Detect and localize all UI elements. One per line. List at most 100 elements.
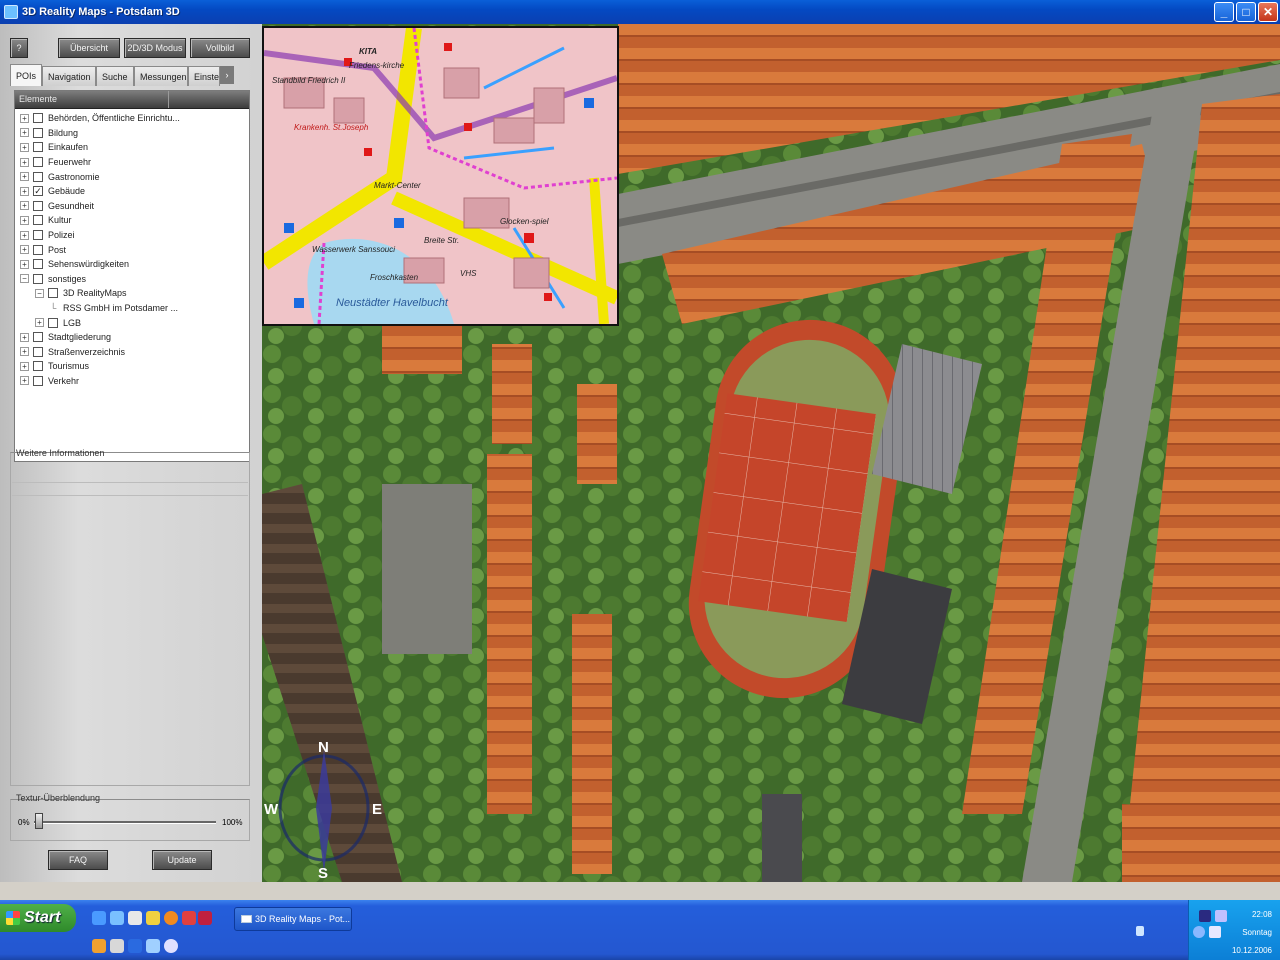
tree-item[interactable]: − 3D RealityMaps [15, 286, 249, 301]
tree-item-checkbox[interactable] [33, 230, 43, 241]
faq-button[interactable]: FAQ [48, 850, 108, 870]
collapse-icon[interactable]: − [35, 288, 44, 298]
quicklaunch-extra-icon-4[interactable] [146, 939, 160, 953]
expand-icon[interactable]: + [20, 186, 29, 196]
tree-item-checkbox[interactable] [33, 332, 43, 343]
quicklaunch-folder-icon[interactable] [146, 911, 160, 925]
tree-item-checkbox[interactable] [33, 346, 43, 357]
expand-icon[interactable]: + [20, 332, 29, 342]
tree-item-checkbox[interactable] [33, 375, 43, 386]
quicklaunch-notepad-icon[interactable] [128, 911, 142, 925]
tray-device-icon[interactable] [1209, 926, 1221, 938]
overview-button[interactable]: Übersicht [58, 38, 120, 58]
tree-item-checkbox[interactable] [33, 361, 43, 372]
texture-slider-track[interactable] [34, 821, 216, 824]
quicklaunch-app-icon[interactable] [110, 911, 124, 925]
tree-item-checkbox[interactable] [33, 113, 43, 124]
tree-item-checkbox[interactable] [33, 171, 43, 182]
tree-item-checkbox[interactable] [48, 288, 58, 299]
2d-3d-mode-button[interactable]: 2D/3D Modus [124, 38, 186, 58]
texture-slider-thumb[interactable] [35, 813, 43, 829]
tree-item[interactable]: + Feuerwehr [15, 155, 249, 170]
overview-label-1: KITA [359, 47, 377, 56]
overview-map[interactable]: Standbild Friedrich II KITA Friedens-kir… [262, 26, 619, 326]
expand-icon[interactable]: + [20, 361, 29, 371]
tree-item[interactable]: + Gesundheit [15, 199, 249, 214]
tab-suche[interactable]: Suche [96, 66, 134, 86]
tray-bluetooth-icon[interactable] [1193, 926, 1205, 938]
fullscreen-button[interactable]: Vollbild [190, 38, 250, 58]
help-button[interactable]: ? [10, 38, 28, 58]
tree-item-checkbox[interactable]: ✓ [33, 186, 43, 197]
expand-icon[interactable]: + [20, 259, 29, 269]
quicklaunch-extra-icon-3[interactable] [128, 939, 142, 953]
tree-item[interactable]: + Gastronomie [15, 169, 249, 184]
tab-pois[interactable]: POIs [10, 64, 42, 86]
tree-item[interactable]: + Behörden, Öffentliche Einrichtu... [15, 111, 249, 126]
expand-icon[interactable]: + [20, 376, 29, 386]
quicklaunch-tool-icon[interactable] [198, 911, 212, 925]
tree-item-checkbox[interactable] [33, 273, 43, 284]
tree-item[interactable]: + Einkaufen [15, 140, 249, 155]
tree-item-checkbox[interactable] [33, 127, 43, 138]
tree-item[interactable]: + Kultur [15, 213, 249, 228]
expand-icon[interactable]: + [20, 128, 29, 138]
expand-icon[interactable]: + [20, 201, 29, 211]
expand-icon[interactable]: + [20, 245, 29, 255]
tab-einstellungen[interactable]: Einstel [188, 66, 220, 86]
tree-item[interactable]: − sonstiges [15, 272, 249, 287]
tree-item-checkbox[interactable] [33, 259, 43, 270]
start-label: Start [24, 909, 61, 926]
tree-item-label: Bildung [48, 127, 79, 138]
quicklaunch-extra-icon-1[interactable] [92, 939, 106, 953]
expand-icon[interactable]: + [20, 142, 29, 152]
tree-item[interactable]: + Bildung [15, 126, 249, 141]
tree-item[interactable]: + Straßenverzeichnis [15, 345, 249, 360]
tab-scroll-right-icon[interactable]: › [220, 66, 234, 84]
tree-item[interactable]: + Stadtgliederung [15, 330, 249, 345]
tray-network-icon[interactable] [1199, 910, 1211, 922]
quicklaunch-media-icon[interactable] [182, 911, 196, 925]
expand-icon[interactable]: + [20, 113, 29, 123]
expand-icon[interactable]: + [20, 172, 29, 182]
tree-item[interactable]: + LGB [15, 315, 249, 330]
tree-item[interactable]: + Post [15, 242, 249, 257]
maximize-button[interactable]: □ [1236, 2, 1256, 22]
tree-item[interactable]: + Sehenswürdigkeiten [15, 257, 249, 272]
tree-column-header-2[interactable] [169, 91, 249, 108]
expand-icon[interactable]: + [20, 230, 29, 240]
tree-item-checkbox[interactable] [33, 157, 43, 168]
minimize-button[interactable]: _ [1214, 2, 1234, 22]
tree-item[interactable]: + Polizei [15, 228, 249, 243]
update-button[interactable]: Update [152, 850, 212, 870]
tree-item[interactable]: + ✓ Gebäude [15, 184, 249, 199]
quicklaunch-extra-icon-5[interactable] [164, 939, 178, 953]
expand-icon[interactable]: + [20, 215, 29, 225]
window-title-bar[interactable]: 3D Reality Maps - Potsdam 3D _ □ ✕ [0, 0, 1280, 24]
close-button[interactable]: ✕ [1258, 2, 1278, 22]
taskbar-window-button[interactable]: 3D Reality Maps - Pot... [234, 907, 352, 931]
tree-column-header[interactable]: Elemente [15, 91, 169, 108]
quicklaunch-firefox-icon[interactable] [164, 911, 178, 925]
tree-item-checkbox[interactable] [33, 215, 43, 226]
tree-item[interactable]: + Tourismus [15, 359, 249, 374]
tray-help-icon[interactable] [1136, 926, 1144, 936]
collapse-icon[interactable]: − [20, 274, 29, 284]
tree-item[interactable]: └ RSS GmbH im Potsdamer ... [15, 301, 249, 316]
expand-icon[interactable]: + [20, 347, 29, 357]
tree-item[interactable]: + Verkehr [15, 374, 249, 389]
quicklaunch-ie-icon[interactable] [92, 911, 106, 925]
compass-rose[interactable]: N S W E [262, 736, 392, 882]
start-button[interactable]: Start [0, 904, 76, 932]
tab-navigation[interactable]: Navigation [42, 66, 96, 86]
tree-item-checkbox[interactable] [48, 317, 58, 328]
quicklaunch-extra-icon-2[interactable] [110, 939, 124, 953]
clock-time[interactable]: 22:08 [1252, 910, 1272, 919]
tree-item-checkbox[interactable] [33, 244, 43, 255]
tree-item-checkbox[interactable] [33, 200, 43, 211]
tab-messungen[interactable]: Messungen [134, 66, 188, 86]
tree-item-checkbox[interactable] [33, 142, 43, 153]
expand-icon[interactable]: + [20, 157, 29, 167]
expand-icon[interactable]: + [35, 318, 44, 328]
tray-volume-icon[interactable] [1215, 910, 1227, 922]
